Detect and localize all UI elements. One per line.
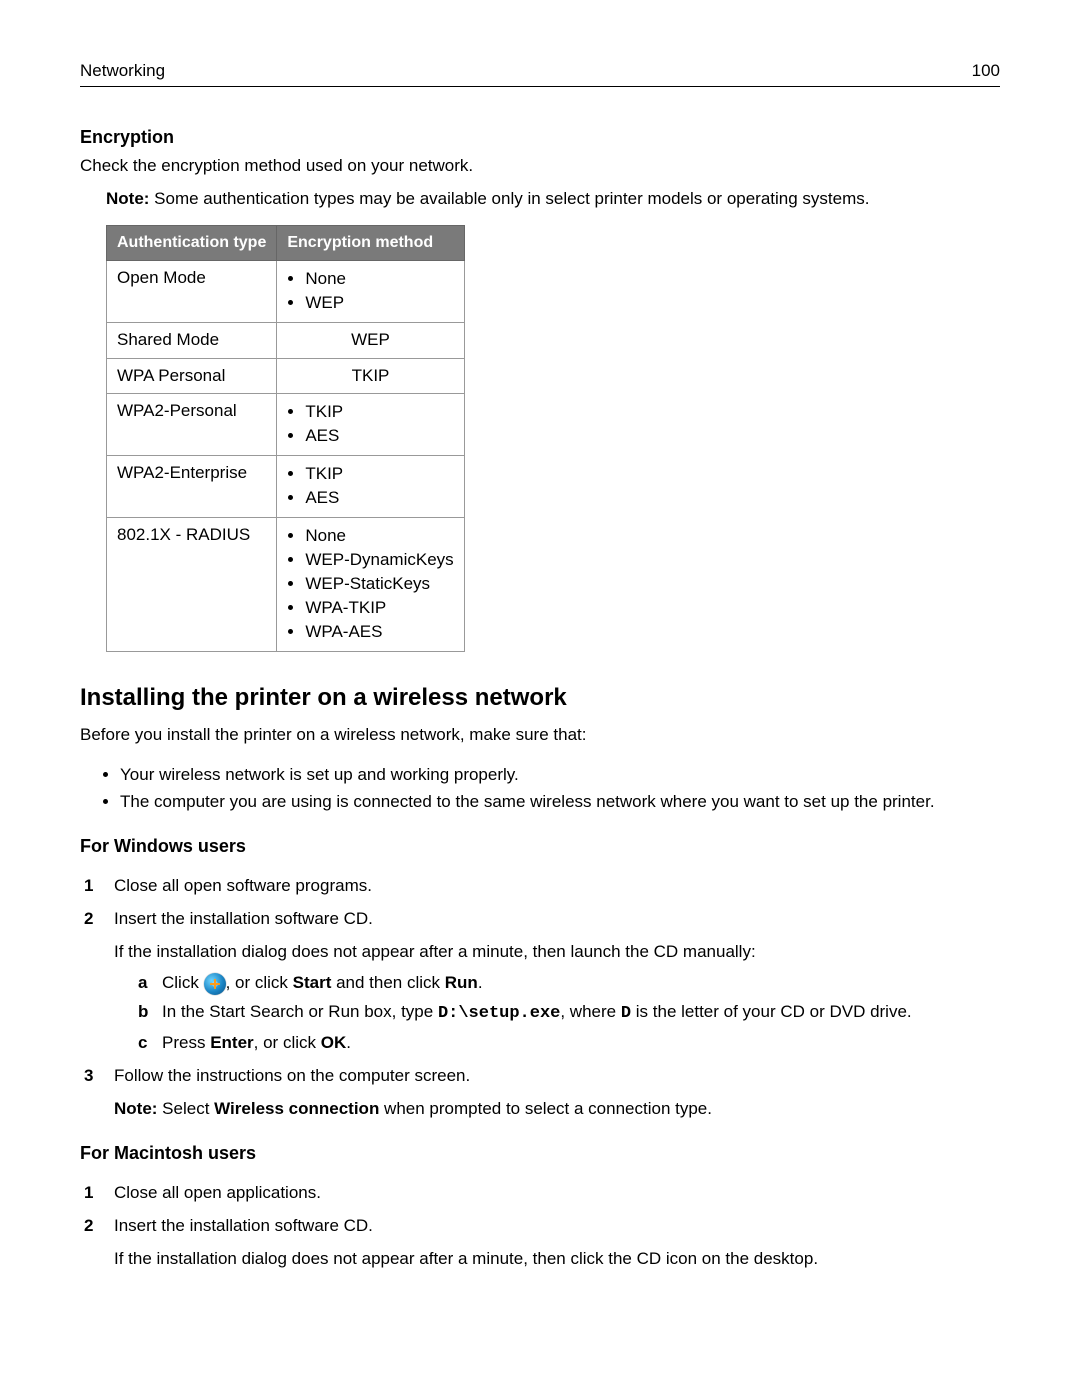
mac-steps: Close all open applications. Insert the … (84, 1182, 1000, 1271)
step-subtext: If the installation dialog does not appe… (114, 1248, 1000, 1271)
enc-item: None (305, 268, 453, 291)
enc-method: WEP (277, 322, 464, 358)
install-heading: Installing the printer on a wireless net… (80, 682, 1000, 714)
step-text: Insert the installation software CD. (114, 909, 373, 928)
auth-type: WPA Personal (107, 358, 277, 394)
start-orb-icon (204, 973, 226, 995)
substep-text: Click , or click Start and then click Ru… (162, 973, 483, 992)
step-subtext: If the installation dialog does not appe… (114, 941, 1000, 964)
list-item: Your wireless network is set up and work… (120, 764, 1000, 787)
enc-method: TKIP (277, 358, 464, 394)
windows-substeps: a Click , or click Start and then click … (114, 972, 1000, 1055)
substep-item: a Click , or click Start and then click … (138, 972, 1000, 995)
table-row: WPA2-Enterprise TKIP AES (107, 456, 465, 518)
windows-heading: For Windows users (80, 834, 1000, 858)
enc-method: TKIP AES (277, 394, 464, 456)
install-intro: Before you install the printer on a wire… (80, 724, 1000, 747)
table-row: Open Mode None WEP (107, 260, 465, 322)
encryption-intro: Check the encryption method used on your… (80, 155, 1000, 178)
windows-steps: Close all open software programs. Insert… (84, 875, 1000, 1121)
auth-type: 802.1X - RADIUS (107, 518, 277, 652)
encryption-table: Authentication type Encryption method Op… (106, 225, 465, 652)
step-text: Close all open software programs. (114, 876, 372, 895)
note-text: Some authentication types may be availab… (149, 189, 869, 208)
install-requirements: Your wireless network is set up and work… (102, 764, 1000, 814)
enc-method: TKIP AES (277, 456, 464, 518)
enc-item: AES (305, 487, 453, 510)
substep-text: In the Start Search or Run box, type D:\… (162, 1002, 912, 1021)
step-item: Insert the installation software CD. If … (84, 908, 1000, 1055)
mac-heading: For Macintosh users (80, 1141, 1000, 1165)
enc-item: TKIP (305, 401, 453, 424)
page-header: Networking 100 (80, 60, 1000, 87)
table-header-enc: Encryption method (277, 226, 464, 261)
auth-type: WPA2-Personal (107, 394, 277, 456)
enc-item: WPA-TKIP (305, 597, 453, 620)
enc-method: None WEP (277, 260, 464, 322)
auth-type: WPA2-Enterprise (107, 456, 277, 518)
substep-text: Press Enter, or click OK. (162, 1033, 351, 1052)
step-item: Close all open applications. (84, 1182, 1000, 1205)
table-row: 802.1X - RADIUS None WEP-DynamicKeys WEP… (107, 518, 465, 652)
step-text: Close all open applications. (114, 1183, 321, 1202)
table-row: Shared Mode WEP (107, 322, 465, 358)
auth-type: Open Mode (107, 260, 277, 322)
header-page-number: 100 (972, 60, 1000, 83)
enc-item: WEP-DynamicKeys (305, 549, 453, 572)
list-item: The computer you are using is connected … (120, 791, 1000, 814)
table-header-auth: Authentication type (107, 226, 277, 261)
table-row: WPA Personal TKIP (107, 358, 465, 394)
step-item: Follow the instructions on the computer … (84, 1065, 1000, 1121)
enc-item: TKIP (305, 463, 453, 486)
header-section: Networking (80, 60, 165, 83)
encryption-heading: Encryption (80, 125, 1000, 149)
enc-item: WEP (305, 292, 453, 315)
enc-method: None WEP-DynamicKeys WEP-StaticKeys WPA-… (277, 518, 464, 652)
enc-item: None (305, 525, 453, 548)
substep-item: c Press Enter, or click OK. (138, 1032, 1000, 1055)
table-row: WPA2-Personal TKIP AES (107, 394, 465, 456)
enc-item: WEP-StaticKeys (305, 573, 453, 596)
encryption-note: Note: Some authentication types may be a… (106, 188, 1000, 211)
auth-type: Shared Mode (107, 322, 277, 358)
note-label: Note: (114, 1099, 157, 1118)
substep-item: b In the Start Search or Run box, type D… (138, 1001, 1000, 1026)
enc-item: AES (305, 425, 453, 448)
windows-note: Note: Select Wireless connection when pr… (114, 1098, 1000, 1121)
step-item: Close all open software programs. (84, 875, 1000, 898)
step-text: Insert the installation software CD. (114, 1216, 373, 1235)
step-text: Follow the instructions on the computer … (114, 1066, 470, 1085)
step-item: Insert the installation software CD. If … (84, 1215, 1000, 1271)
note-label: Note: (106, 189, 149, 208)
enc-item: WPA-AES (305, 621, 453, 644)
